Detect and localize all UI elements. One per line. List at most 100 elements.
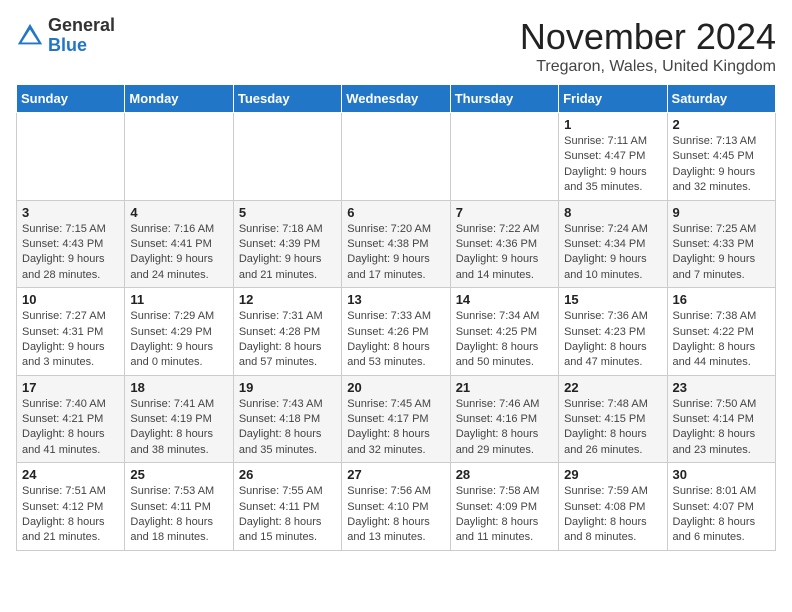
calendar-cell: 1 Sunrise: 7:11 AM Sunset: 4:47 PM Daylig… (559, 113, 667, 201)
day-info: Sunrise: 7:55 AM Sunset: 4:11 PM Dayligh… (239, 484, 336, 546)
calendar-cell: 22Sunrise: 7:48 AM Sunset: 4:15 PM Dayli… (559, 375, 667, 463)
day-number: 24 (22, 467, 119, 482)
calendar-week-row: 1 Sunrise: 7:11 AM Sunset: 4:47 PM Daylig… (17, 113, 776, 201)
calendar-cell: 3Sunrise: 7:15 AM Sunset: 4:43 PM Daylig… (17, 200, 125, 288)
day-info: Sunrise: 7:59 AM Sunset: 4:08 PM Dayligh… (564, 484, 661, 546)
day-info: Sunrise: 7:36 AM Sunset: 4:23 PM Dayligh… (564, 309, 661, 371)
calendar-cell: 17 Sunrise: 7:40 AM Sunset: 4:21 PM Dayli… (17, 375, 125, 463)
day-info: Sunrise: 7:13 AM Sunset: 4:45 PM Dayligh… (673, 134, 770, 196)
day-info: Sunrise: 7:43 AM Sunset: 4:18 PM Dayligh… (239, 397, 336, 459)
calendar-table: Sunday Monday Tuesday Wednesday Thursday… (16, 84, 776, 551)
calendar-week-row: 10 Sunrise: 7:27 AM Sunset: 4:31 PM Dayli… (17, 288, 776, 376)
calendar-cell: 11Sunrise: 7:29 AM Sunset: 4:29 PM Dayli… (125, 288, 233, 376)
day-info: Sunrise: 7:50 AM Sunset: 4:14 PM Dayligh… (673, 397, 770, 459)
calendar-cell: 24 Sunrise: 7:51 AM Sunset: 4:12 PM Dayli… (17, 463, 125, 551)
calendar-cell: 29 Sunrise: 7:59 AM Sunset: 4:08 PM Dayli… (559, 463, 667, 551)
day-info: Sunrise: 7:15 AM Sunset: 4:43 PM Dayligh… (22, 222, 119, 284)
day-info: Sunrise: 7:29 AM Sunset: 4:29 PM Dayligh… (130, 309, 227, 371)
day-number: 25 (130, 467, 227, 482)
day-number: 27 (347, 467, 444, 482)
day-info: Sunrise: 7:11 AM Sunset: 4:47 PM Dayligh… (564, 134, 661, 196)
header-tuesday: Tuesday (233, 85, 341, 113)
calendar-cell: 14Sunrise: 7:34 AM Sunset: 4:25 PM Dayli… (450, 288, 558, 376)
day-info: Sunrise: 7:58 AM Sunset: 4:09 PM Dayligh… (456, 484, 553, 546)
day-info: Sunrise: 7:22 AM Sunset: 4:36 PM Dayligh… (456, 222, 553, 284)
calendar-week-row: 3Sunrise: 7:15 AM Sunset: 4:43 PM Daylig… (17, 200, 776, 288)
day-info: Sunrise: 7:27 AM Sunset: 4:31 PM Dayligh… (22, 309, 119, 371)
logo-blue: Blue (48, 35, 87, 55)
calendar-cell (450, 113, 558, 201)
header-friday: Friday (559, 85, 667, 113)
calendar-cell: 18 Sunrise: 7:41 AM Sunset: 4:19 PM Dayli… (125, 375, 233, 463)
calendar-cell: 30 Sunrise: 8:01 AM Sunset: 4:07 PM Dayli… (667, 463, 775, 551)
day-number: 28 (456, 467, 553, 482)
day-number: 8 (564, 205, 661, 220)
day-number: 29 (564, 467, 661, 482)
day-number: 18 (130, 380, 227, 395)
day-number: 1 (564, 117, 661, 132)
calendar-cell: 23 Sunrise: 7:50 AM Sunset: 4:14 PM Dayli… (667, 375, 775, 463)
calendar-cell: 19 Sunrise: 7:43 AM Sunset: 4:18 PM Dayli… (233, 375, 341, 463)
calendar-cell: 8 Sunrise: 7:24 AM Sunset: 4:34 PM Daylig… (559, 200, 667, 288)
calendar-cell: 4 Sunrise: 7:16 AM Sunset: 4:41 PM Daylig… (125, 200, 233, 288)
calendar-cell: 26 Sunrise: 7:55 AM Sunset: 4:11 PM Dayli… (233, 463, 341, 551)
calendar-cell (342, 113, 450, 201)
day-number: 2 (673, 117, 770, 132)
day-info: Sunrise: 7:24 AM Sunset: 4:34 PM Dayligh… (564, 222, 661, 284)
day-info: Sunrise: 7:40 AM Sunset: 4:21 PM Dayligh… (22, 397, 119, 459)
day-info: Sunrise: 7:33 AM Sunset: 4:26 PM Dayligh… (347, 309, 444, 371)
day-number: 23 (673, 380, 770, 395)
calendar-cell: 9Sunrise: 7:25 AM Sunset: 4:33 PM Daylig… (667, 200, 775, 288)
day-number: 21 (456, 380, 553, 395)
logo-text: General Blue (48, 16, 115, 56)
logo: General Blue (16, 16, 115, 56)
logo-icon (16, 22, 44, 50)
day-number: 19 (239, 380, 336, 395)
calendar-cell (17, 113, 125, 201)
day-number: 5 (239, 205, 336, 220)
calendar-cell: 28 Sunrise: 7:58 AM Sunset: 4:09 PM Dayli… (450, 463, 558, 551)
page-header: General Blue November 2024 Tregaron, Wal… (16, 16, 776, 76)
calendar-cell: 13 Sunrise: 7:33 AM Sunset: 4:26 PM Dayli… (342, 288, 450, 376)
day-info: Sunrise: 7:38 AM Sunset: 4:22 PM Dayligh… (673, 309, 770, 371)
day-info: Sunrise: 7:25 AM Sunset: 4:33 PM Dayligh… (673, 222, 770, 284)
calendar-cell: 5 Sunrise: 7:18 AM Sunset: 4:39 PM Daylig… (233, 200, 341, 288)
location: Tregaron, Wales, United Kingdom (520, 58, 776, 76)
day-info: Sunrise: 7:51 AM Sunset: 4:12 PM Dayligh… (22, 484, 119, 546)
day-number: 6 (347, 205, 444, 220)
day-number: 13 (347, 292, 444, 307)
day-info: Sunrise: 8:01 AM Sunset: 4:07 PM Dayligh… (673, 484, 770, 546)
day-info: Sunrise: 7:18 AM Sunset: 4:39 PM Dayligh… (239, 222, 336, 284)
day-number: 17 (22, 380, 119, 395)
calendar-cell: 6 Sunrise: 7:20 AM Sunset: 4:38 PM Daylig… (342, 200, 450, 288)
day-info: Sunrise: 7:45 AM Sunset: 4:17 PM Dayligh… (347, 397, 444, 459)
header-monday: Monday (125, 85, 233, 113)
day-number: 10 (22, 292, 119, 307)
day-number: 4 (130, 205, 227, 220)
calendar-cell: 25Sunrise: 7:53 AM Sunset: 4:11 PM Dayli… (125, 463, 233, 551)
day-number: 14 (456, 292, 553, 307)
calendar-cell: 15 Sunrise: 7:36 AM Sunset: 4:23 PM Dayli… (559, 288, 667, 376)
day-number: 20 (347, 380, 444, 395)
calendar-cell: 10 Sunrise: 7:27 AM Sunset: 4:31 PM Dayli… (17, 288, 125, 376)
calendar-cell: 2 Sunrise: 7:13 AM Sunset: 4:45 PM Daylig… (667, 113, 775, 201)
header-thursday: Thursday (450, 85, 558, 113)
calendar-cell: 20 Sunrise: 7:45 AM Sunset: 4:17 PM Dayli… (342, 375, 450, 463)
day-info: Sunrise: 7:31 AM Sunset: 4:28 PM Dayligh… (239, 309, 336, 371)
title-block: November 2024 Tregaron, Wales, United Ki… (520, 16, 776, 76)
header-saturday: Saturday (667, 85, 775, 113)
day-number: 15 (564, 292, 661, 307)
header-wednesday: Wednesday (342, 85, 450, 113)
calendar-cell: 7Sunrise: 7:22 AM Sunset: 4:36 PM Daylig… (450, 200, 558, 288)
calendar-cell: 21Sunrise: 7:46 AM Sunset: 4:16 PM Dayli… (450, 375, 558, 463)
day-info: Sunrise: 7:20 AM Sunset: 4:38 PM Dayligh… (347, 222, 444, 284)
day-number: 30 (673, 467, 770, 482)
calendar-cell (233, 113, 341, 201)
day-number: 26 (239, 467, 336, 482)
day-number: 12 (239, 292, 336, 307)
day-number: 16 (673, 292, 770, 307)
day-number: 22 (564, 380, 661, 395)
day-info: Sunrise: 7:41 AM Sunset: 4:19 PM Dayligh… (130, 397, 227, 459)
day-info: Sunrise: 7:16 AM Sunset: 4:41 PM Dayligh… (130, 222, 227, 284)
calendar-cell: 27Sunrise: 7:56 AM Sunset: 4:10 PM Dayli… (342, 463, 450, 551)
